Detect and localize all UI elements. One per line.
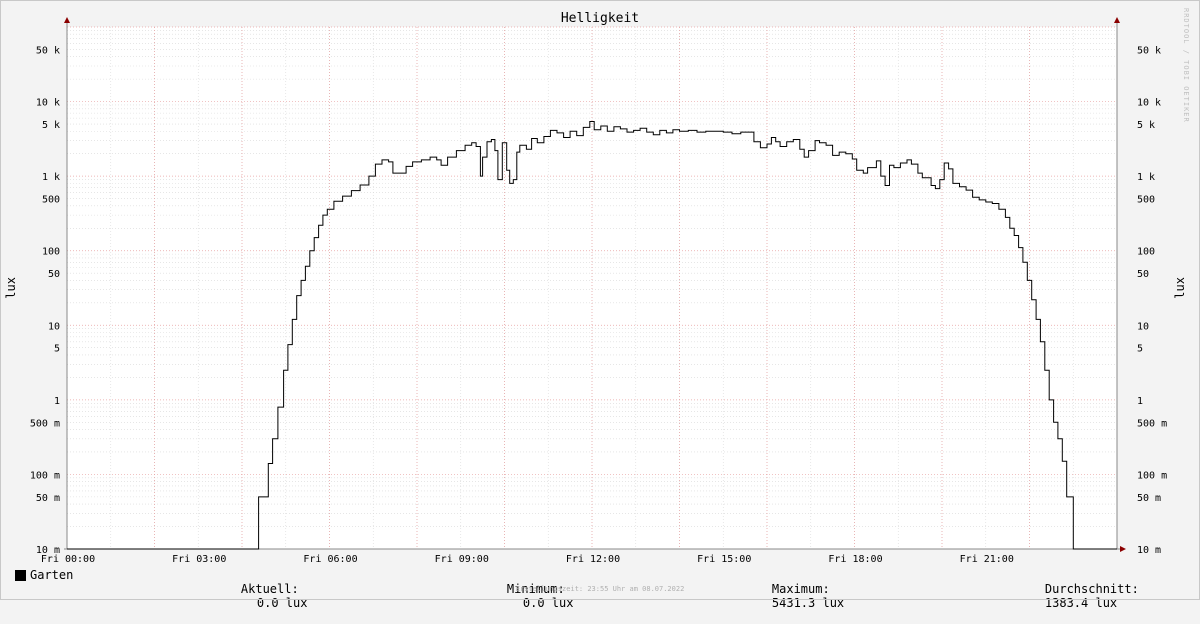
y-tick-label-right: 1 k bbox=[1137, 172, 1155, 183]
x-tick-label: Fri 03:00 bbox=[172, 554, 226, 565]
legend-average: Durchschnitt: 1383.4 lux bbox=[1016, 568, 1139, 624]
footer-timestamp: Erstellungszeit: 23:55 Uhr am 08.07.2022 bbox=[515, 585, 685, 593]
watermark: RRDTOOL / TOBI OETIKER bbox=[1182, 8, 1190, 123]
y-tick-label-right: 500 m bbox=[1137, 418, 1167, 429]
x-tick-label: Fri 18:00 bbox=[828, 554, 882, 565]
y-tick-label-right: 100 bbox=[1137, 247, 1155, 258]
chart-title: Helligkeit bbox=[560, 11, 640, 26]
legend-minimum: Minimum: 0.0 lux bbox=[478, 568, 574, 624]
y-tick-label-right: 5 bbox=[1137, 344, 1143, 355]
legend-min-value: 0.0 lux bbox=[522, 596, 574, 610]
x-tick-label: Fri 06:00 bbox=[303, 554, 357, 565]
x-tick-label: Fri 09:00 bbox=[435, 554, 489, 565]
y-tick-label-left: 1 k bbox=[42, 172, 60, 183]
y-tick-label-right: 10 k bbox=[1137, 98, 1161, 109]
y-tick-label-right: 1 bbox=[1137, 396, 1143, 407]
y-tick-label-left: 50 m bbox=[36, 493, 60, 504]
x-tick-label: Fri 12:00 bbox=[566, 554, 620, 565]
y-tick-label-left: 500 bbox=[42, 195, 60, 206]
y-tick-label-left: 1 bbox=[54, 396, 60, 407]
y-tick-label-right: 5 k bbox=[1137, 120, 1155, 131]
legend-maximum: Maximum: 5431.3 lux bbox=[743, 568, 844, 624]
x-tick-label: Fri 15:00 bbox=[697, 554, 751, 565]
x-axis-arrow bbox=[1120, 546, 1126, 552]
y-tick-label-right: 50 bbox=[1137, 269, 1149, 280]
y-tick-label-left: 100 m bbox=[30, 470, 60, 481]
y-tick-label-left: 100 bbox=[42, 247, 60, 258]
legend-current: Aktuell: 0.0 lux bbox=[212, 568, 308, 624]
x-tick-label: Fri 21:00 bbox=[960, 554, 1014, 565]
y-tick-label-right: 10 m bbox=[1137, 545, 1161, 556]
y-tick-label-right: 50 k bbox=[1137, 45, 1161, 56]
y-tick-label-left: 50 bbox=[48, 269, 60, 280]
legend-current-value: 0.0 lux bbox=[256, 596, 308, 610]
y-tick-label-left: 5 k bbox=[42, 120, 60, 131]
y-tick-label-left: 5 bbox=[54, 344, 60, 355]
y-tick-label-left: 10 k bbox=[36, 98, 60, 109]
y-tick-label-right: 100 m bbox=[1137, 470, 1167, 481]
chart-root: 50 k 50 k 10 k 10 k5 k5 k1 k1 k 500 500 100 100… bbox=[0, 0, 1200, 610]
legend-avg-value: 1383.4 lux bbox=[1044, 596, 1118, 610]
legend-swatch-garten bbox=[15, 570, 26, 581]
plot-svg: 50 k 50 k 10 k 10 k 5 k 5 k 1 k 1 k 500 500 100 100… bbox=[30, 17, 1167, 565]
y-tick-label-left: 500 m bbox=[30, 418, 60, 429]
legend-series-name: Garten bbox=[30, 568, 74, 582]
legend-max-value: 5431.3 lux bbox=[771, 596, 845, 610]
y-tick-label-left: 10 bbox=[48, 321, 60, 332]
y-tick-label-right: 50 m bbox=[1137, 493, 1161, 504]
y-tick-label-right: 10 bbox=[1137, 321, 1149, 332]
y-tick-label-left: 50 k bbox=[36, 45, 60, 56]
y-tick-label-right: 500 bbox=[1137, 195, 1155, 206]
x-tick-label: Fri 00:00 bbox=[41, 554, 95, 565]
y-axis-title-left: lux bbox=[4, 277, 18, 299]
y-axis-title-right: lux bbox=[1173, 277, 1187, 299]
